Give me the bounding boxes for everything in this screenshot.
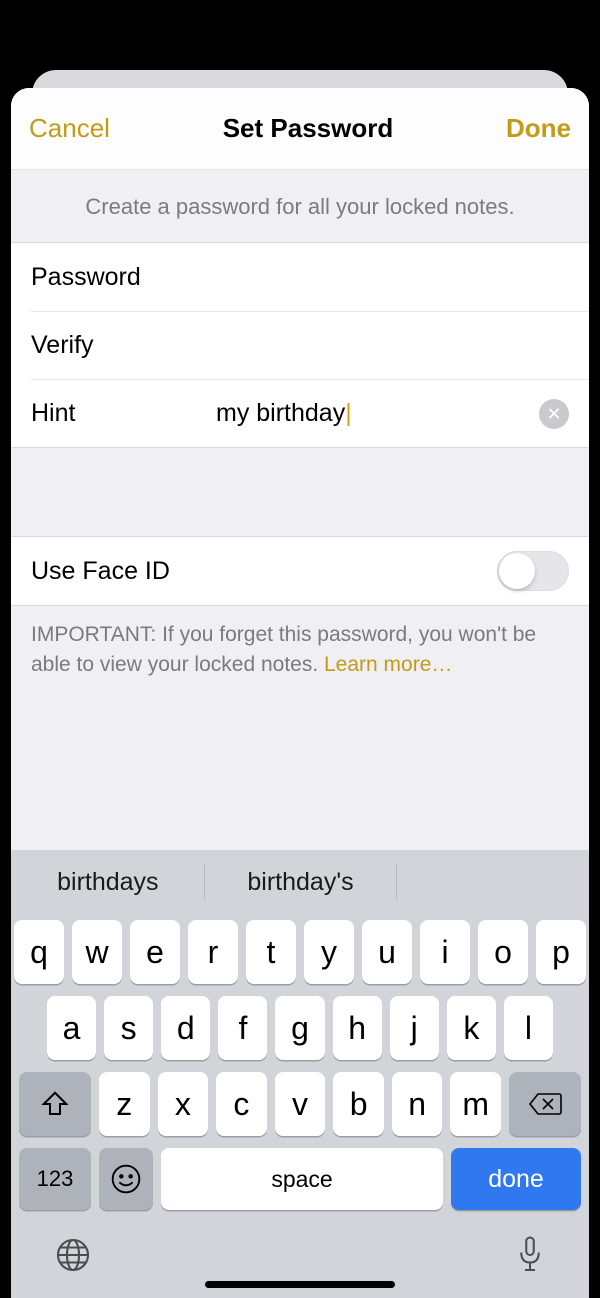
backspace-key[interactable] (509, 1072, 581, 1136)
faceid-label: Use Face ID (31, 557, 170, 586)
verify-label: Verify (31, 331, 216, 360)
globe-key[interactable] (55, 1237, 91, 1273)
password-row[interactable]: Password (11, 243, 589, 311)
numeric-key[interactable]: 123 (19, 1148, 91, 1210)
key-o[interactable]: o (478, 920, 528, 984)
keyboard-row-3: z x c v b n m (11, 1066, 589, 1142)
password-label: Password (31, 263, 216, 292)
key-b[interactable]: b (333, 1072, 384, 1136)
device-frame: Cancel Set Password Done Create a passwo… (0, 0, 600, 1298)
key-u[interactable]: u (362, 920, 412, 984)
key-f[interactable]: f (218, 996, 267, 1060)
key-x[interactable]: x (158, 1072, 209, 1136)
key-i[interactable]: i (420, 920, 470, 984)
key-r[interactable]: r (188, 920, 238, 984)
suggestion-bar: birthdays birthday's (11, 850, 589, 914)
key-n[interactable]: n (392, 1072, 443, 1136)
shift-key[interactable] (19, 1072, 91, 1136)
emoji-icon (110, 1163, 142, 1195)
emoji-key[interactable] (99, 1148, 153, 1210)
microphone-icon (515, 1235, 545, 1275)
key-h[interactable]: h (333, 996, 382, 1060)
key-v[interactable]: v (275, 1072, 326, 1136)
key-s[interactable]: s (104, 996, 153, 1060)
cancel-button[interactable]: Cancel (29, 113, 110, 144)
password-input[interactable] (216, 263, 569, 292)
keyboard-row-2: a s d f g h j k l (11, 990, 589, 1066)
suggestion-separator (396, 864, 397, 900)
key-p[interactable]: p (536, 920, 586, 984)
learn-more-link[interactable]: Learn more… (324, 653, 452, 676)
key-e[interactable]: e (130, 920, 180, 984)
suggestion-2[interactable]: birthday's (205, 868, 397, 897)
key-g[interactable]: g (275, 996, 324, 1060)
done-button[interactable]: Done (506, 113, 571, 144)
hint-label: Hint (31, 399, 216, 428)
keyboard-row-4: 123 space done (11, 1142, 589, 1216)
footer-text: IMPORTANT: If you forget this password, … (31, 623, 536, 676)
footer-note: IMPORTANT: If you forget this password, … (11, 606, 589, 681)
key-l[interactable]: l (504, 996, 553, 1060)
key-c[interactable]: c (216, 1072, 267, 1136)
key-m[interactable]: m (450, 1072, 501, 1136)
globe-icon (55, 1237, 91, 1273)
key-k[interactable]: k (447, 996, 496, 1060)
hint-row[interactable]: Hint my birthday| ✕ (31, 379, 589, 447)
hint-input[interactable]: my birthday| (216, 399, 539, 428)
key-q[interactable]: q (14, 920, 64, 984)
key-a[interactable]: a (47, 996, 96, 1060)
key-j[interactable]: j (390, 996, 439, 1060)
clear-hint-button[interactable]: ✕ (539, 399, 569, 429)
home-indicator[interactable] (205, 1281, 395, 1288)
key-z[interactable]: z (99, 1072, 150, 1136)
space-key[interactable]: space (161, 1148, 443, 1210)
keyboard-row-1: q w e r t y u i o p (11, 914, 589, 990)
dictation-key[interactable] (515, 1235, 545, 1275)
key-d[interactable]: d (161, 996, 210, 1060)
modal-sheet: Cancel Set Password Done Create a passwo… (11, 88, 589, 1298)
section-gap (11, 448, 589, 536)
verify-row[interactable]: Verify (31, 311, 589, 379)
backspace-icon (528, 1091, 562, 1117)
close-icon: ✕ (546, 405, 561, 423)
page-title: Set Password (223, 113, 394, 144)
toggle-knob (499, 553, 535, 589)
nav-bar: Cancel Set Password Done (11, 88, 589, 170)
password-field-group: Password Verify Hint my birthday| ✕ (11, 242, 589, 448)
faceid-row[interactable]: Use Face ID (11, 536, 589, 606)
faceid-toggle[interactable] (497, 551, 569, 591)
suggestion-1[interactable]: birthdays (12, 868, 204, 897)
key-y[interactable]: y (304, 920, 354, 984)
verify-input[interactable] (216, 331, 569, 360)
key-t[interactable]: t (246, 920, 296, 984)
keyboard: birthdays birthday's q w e r t y u i o p… (11, 850, 589, 1298)
key-w[interactable]: w (72, 920, 122, 984)
keyboard-done-key[interactable]: done (451, 1148, 581, 1210)
shift-icon (40, 1089, 70, 1119)
helper-text: Create a password for all your locked no… (11, 170, 589, 242)
